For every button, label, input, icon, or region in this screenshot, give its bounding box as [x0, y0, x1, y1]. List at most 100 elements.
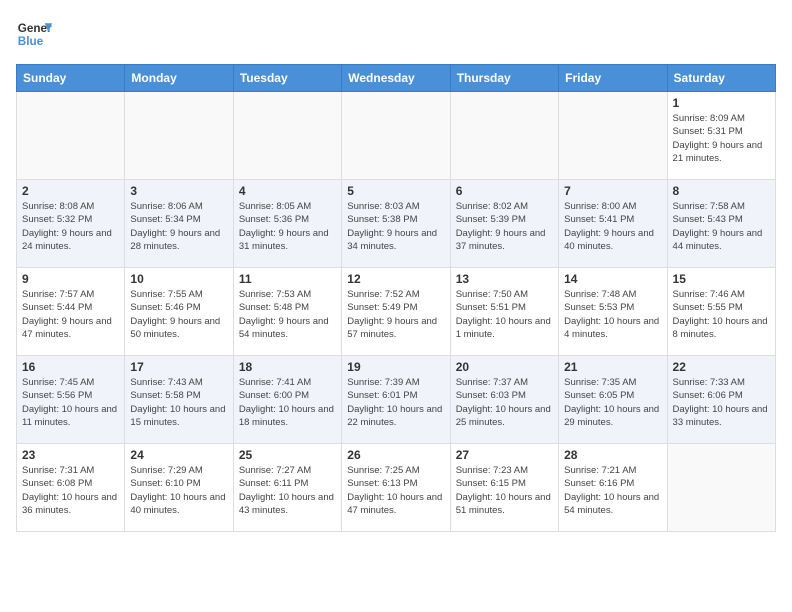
day-info: Sunrise: 7:23 AM Sunset: 6:15 PM Dayligh…	[456, 464, 553, 517]
calendar-cell	[17, 92, 125, 180]
day-info: Sunrise: 8:05 AM Sunset: 5:36 PM Dayligh…	[239, 200, 336, 253]
day-info: Sunrise: 7:53 AM Sunset: 5:48 PM Dayligh…	[239, 288, 336, 341]
calendar-cell	[233, 92, 341, 180]
calendar-cell: 26 Sunrise: 7:25 AM Sunset: 6:13 PM Dayli…	[342, 444, 450, 532]
day-info: Sunrise: 7:46 AM Sunset: 5:55 PM Dayligh…	[673, 288, 770, 341]
day-number: 7	[564, 184, 661, 198]
calendar-cell	[450, 92, 558, 180]
day-number: 14	[564, 272, 661, 286]
calendar-cell: 6Sunrise: 8:02 AM Sunset: 5:39 PM Daylig…	[450, 180, 558, 268]
day-info: Sunrise: 7:27 AM Sunset: 6:11 PM Dayligh…	[239, 464, 336, 517]
day-number: 3	[130, 184, 227, 198]
calendar-cell: 19 Sunrise: 7:39 AM Sunset: 6:01 PM Dayli…	[342, 356, 450, 444]
calendar-cell: 25 Sunrise: 7:27 AM Sunset: 6:11 PM Dayli…	[233, 444, 341, 532]
calendar-week-row: 23 Sunrise: 7:31 AM Sunset: 6:08 PM Dayli…	[17, 444, 776, 532]
day-number: 20	[456, 360, 553, 374]
calendar-cell: 10 Sunrise: 7:55 AM Sunset: 5:46 PM Dayli…	[125, 268, 233, 356]
day-info: Sunrise: 7:25 AM Sunset: 6:13 PM Dayligh…	[347, 464, 444, 517]
weekday-header-friday: Friday	[559, 65, 667, 92]
calendar-cell: 5 Sunrise: 8:03 AM Sunset: 5:38 PM Daylig…	[342, 180, 450, 268]
calendar-cell: 9 Sunrise: 7:57 AM Sunset: 5:44 PM Daylig…	[17, 268, 125, 356]
calendar-week-row: 1Sunrise: 8:09 AM Sunset: 5:31 PM Daylig…	[17, 92, 776, 180]
day-info: Sunrise: 7:35 AM Sunset: 6:05 PM Dayligh…	[564, 376, 661, 429]
weekday-header-thursday: Thursday	[450, 65, 558, 92]
day-number: 12	[347, 272, 444, 286]
calendar-cell: 13 Sunrise: 7:50 AM Sunset: 5:51 PM Dayli…	[450, 268, 558, 356]
weekday-header-monday: Monday	[125, 65, 233, 92]
calendar-cell: 16 Sunrise: 7:45 AM Sunset: 5:56 PM Dayli…	[17, 356, 125, 444]
calendar-cell: 15 Sunrise: 7:46 AM Sunset: 5:55 PM Dayli…	[667, 268, 775, 356]
weekday-header-saturday: Saturday	[667, 65, 775, 92]
calendar-cell	[559, 92, 667, 180]
day-info: Sunrise: 7:31 AM Sunset: 6:08 PM Dayligh…	[22, 464, 119, 517]
calendar-cell: 12 Sunrise: 7:52 AM Sunset: 5:49 PM Dayli…	[342, 268, 450, 356]
calendar-cell: 28Sunrise: 7:21 AM Sunset: 6:16 PM Dayli…	[559, 444, 667, 532]
logo: General Blue	[16, 16, 52, 52]
page-header: General Blue	[16, 16, 776, 52]
calendar-cell: 14 Sunrise: 7:48 AM Sunset: 5:53 PM Dayli…	[559, 268, 667, 356]
logo-icon: General Blue	[16, 16, 52, 52]
day-number: 17	[130, 360, 227, 374]
day-info: Sunrise: 8:08 AM Sunset: 5:32 PM Dayligh…	[22, 200, 119, 253]
day-number: 18	[239, 360, 336, 374]
day-number: 26	[347, 448, 444, 462]
calendar-week-row: 16 Sunrise: 7:45 AM Sunset: 5:56 PM Dayli…	[17, 356, 776, 444]
svg-text:Blue: Blue	[18, 35, 44, 48]
day-info: Sunrise: 7:58 AM Sunset: 5:43 PM Dayligh…	[673, 200, 770, 253]
day-number: 8	[673, 184, 770, 198]
day-info: Sunrise: 7:43 AM Sunset: 5:58 PM Dayligh…	[130, 376, 227, 429]
calendar-cell: 22 Sunrise: 7:33 AM Sunset: 6:06 PM Dayli…	[667, 356, 775, 444]
calendar-cell	[667, 444, 775, 532]
day-info: Sunrise: 7:52 AM Sunset: 5:49 PM Dayligh…	[347, 288, 444, 341]
calendar-cell: 2 Sunrise: 8:08 AM Sunset: 5:32 PM Daylig…	[17, 180, 125, 268]
day-number: 24	[130, 448, 227, 462]
calendar-cell	[125, 92, 233, 180]
calendar-cell: 21 Sunrise: 7:35 AM Sunset: 6:05 PM Dayli…	[559, 356, 667, 444]
day-number: 5	[347, 184, 444, 198]
day-number: 25	[239, 448, 336, 462]
day-info: Sunrise: 7:45 AM Sunset: 5:56 PM Dayligh…	[22, 376, 119, 429]
calendar-cell: 1Sunrise: 8:09 AM Sunset: 5:31 PM Daylig…	[667, 92, 775, 180]
calendar-cell: 3 Sunrise: 8:06 AM Sunset: 5:34 PM Daylig…	[125, 180, 233, 268]
day-number: 9	[22, 272, 119, 286]
calendar-cell: 11 Sunrise: 7:53 AM Sunset: 5:48 PM Dayli…	[233, 268, 341, 356]
calendar-cell	[342, 92, 450, 180]
day-info: Sunrise: 7:29 AM Sunset: 6:10 PM Dayligh…	[130, 464, 227, 517]
day-number: 23	[22, 448, 119, 462]
day-info: Sunrise: 7:50 AM Sunset: 5:51 PM Dayligh…	[456, 288, 553, 341]
calendar-cell: 17 Sunrise: 7:43 AM Sunset: 5:58 PM Dayli…	[125, 356, 233, 444]
calendar-table: SundayMondayTuesdayWednesdayThursdayFrid…	[16, 64, 776, 532]
day-number: 21	[564, 360, 661, 374]
weekday-header-tuesday: Tuesday	[233, 65, 341, 92]
calendar-cell: 8 Sunrise: 7:58 AM Sunset: 5:43 PM Daylig…	[667, 180, 775, 268]
calendar-cell: 4Sunrise: 8:05 AM Sunset: 5:36 PM Daylig…	[233, 180, 341, 268]
day-info: Sunrise: 8:03 AM Sunset: 5:38 PM Dayligh…	[347, 200, 444, 253]
day-number: 2	[22, 184, 119, 198]
day-info: Sunrise: 7:33 AM Sunset: 6:06 PM Dayligh…	[673, 376, 770, 429]
day-number: 10	[130, 272, 227, 286]
day-info: Sunrise: 7:21 AM Sunset: 6:16 PM Dayligh…	[564, 464, 661, 517]
day-number: 11	[239, 272, 336, 286]
calendar-cell: 18 Sunrise: 7:41 AM Sunset: 6:00 PM Dayli…	[233, 356, 341, 444]
day-info: Sunrise: 7:55 AM Sunset: 5:46 PM Dayligh…	[130, 288, 227, 341]
day-number: 13	[456, 272, 553, 286]
day-info: Sunrise: 7:37 AM Sunset: 6:03 PM Dayligh…	[456, 376, 553, 429]
day-number: 16	[22, 360, 119, 374]
day-info: Sunrise: 8:00 AM Sunset: 5:41 PM Dayligh…	[564, 200, 661, 253]
day-number: 19	[347, 360, 444, 374]
weekday-header-row: SundayMondayTuesdayWednesdayThursdayFrid…	[17, 65, 776, 92]
day-number: 27	[456, 448, 553, 462]
weekday-header-sunday: Sunday	[17, 65, 125, 92]
day-info: Sunrise: 7:57 AM Sunset: 5:44 PM Dayligh…	[22, 288, 119, 341]
day-number: 15	[673, 272, 770, 286]
day-info: Sunrise: 7:41 AM Sunset: 6:00 PM Dayligh…	[239, 376, 336, 429]
day-info: Sunrise: 8:09 AM Sunset: 5:31 PM Dayligh…	[673, 112, 770, 165]
day-info: Sunrise: 7:48 AM Sunset: 5:53 PM Dayligh…	[564, 288, 661, 341]
day-info: Sunrise: 8:06 AM Sunset: 5:34 PM Dayligh…	[130, 200, 227, 253]
calendar-cell: 23 Sunrise: 7:31 AM Sunset: 6:08 PM Dayli…	[17, 444, 125, 532]
day-number: 22	[673, 360, 770, 374]
weekday-header-wednesday: Wednesday	[342, 65, 450, 92]
day-info: Sunrise: 8:02 AM Sunset: 5:39 PM Dayligh…	[456, 200, 553, 253]
day-info: Sunrise: 7:39 AM Sunset: 6:01 PM Dayligh…	[347, 376, 444, 429]
calendar-cell: 27 Sunrise: 7:23 AM Sunset: 6:15 PM Dayli…	[450, 444, 558, 532]
